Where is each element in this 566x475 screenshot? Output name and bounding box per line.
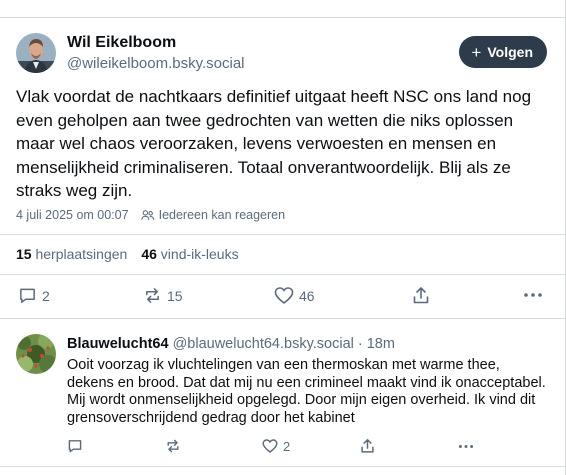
- speech-bubble-icon: [20, 288, 35, 303]
- repost-count: 15: [167, 287, 183, 304]
- follow-label: Volgen: [487, 44, 533, 60]
- reply-repost-action[interactable]: [165, 438, 181, 454]
- author-handle[interactable]: @wileikelboom.bsky.social: [67, 55, 245, 72]
- ellipsis-icon: [524, 293, 542, 297]
- share-icon: [413, 287, 429, 304]
- heart-icon: [274, 287, 294, 304]
- divider: [0, 274, 566, 275]
- reply-like-action[interactable]: 2: [262, 438, 290, 454]
- plus-icon: +: [471, 42, 482, 62]
- engagement-stats: 15 herplaatsingen 46 vind-ik-leuks: [16, 246, 239, 262]
- reply-count: 2: [42, 287, 50, 304]
- ellipsis-icon: [458, 445, 474, 448]
- like-action[interactable]: 46: [274, 286, 315, 305]
- likes-stat[interactable]: 46 vind-ik-leuks: [141, 246, 238, 262]
- reply-more-action[interactable]: [458, 444, 474, 449]
- share-icon: [361, 439, 374, 453]
- reply-action[interactable]: 2: [18, 286, 50, 305]
- divider: [0, 466, 566, 467]
- reply-age[interactable]: · 18m: [358, 336, 395, 352]
- speech-bubble-icon: [68, 440, 82, 453]
- heart-icon: [262, 439, 278, 453]
- reply-like-count: 2: [283, 438, 291, 454]
- repost-arrows-icon: [167, 439, 179, 453]
- reply-author-handle[interactable]: @blauwelucht64.bsky.social: [173, 336, 354, 352]
- reposts-stat[interactable]: 15 herplaatsingen: [16, 246, 127, 262]
- more-action[interactable]: [523, 292, 543, 298]
- previous-share-icon[interactable]: [414, 0, 428, 4]
- repost-action[interactable]: 15: [143, 286, 183, 305]
- reply-share-action[interactable]: [360, 438, 375, 454]
- share-action[interactable]: [412, 286, 430, 305]
- divider: [0, 318, 566, 319]
- reply-reply-action[interactable]: [67, 438, 83, 454]
- reply-header: Blauwelucht64 @blauwelucht64.bsky.social…: [67, 336, 395, 352]
- author-name[interactable]: Wil Eikelboom: [67, 34, 176, 52]
- follow-button[interactable]: + Volgen: [459, 36, 547, 68]
- post-thread-panel: Wil Eikelboom @wileikelboom.bsky.social …: [0, 0, 566, 475]
- repost-arrows-icon: [146, 288, 159, 303]
- post-author-row: Wil Eikelboom @wileikelboom.bsky.social …: [16, 33, 550, 75]
- divider: [0, 234, 566, 235]
- previous-more-icon[interactable]: [524, 0, 538, 4]
- reply-author-name[interactable]: Blauwelucht64: [67, 336, 169, 352]
- previous-post-strip: [0, 0, 566, 18]
- like-count: 46: [299, 287, 315, 304]
- author-avatar[interactable]: [16, 33, 56, 73]
- post-timestamp[interactable]: 4 juli 2025 om 00:07: [16, 208, 129, 222]
- people-icon: [140, 209, 154, 220]
- reply-author-avatar[interactable]: [16, 334, 56, 374]
- reply-permission[interactable]: Iedereen kan reageren: [159, 208, 285, 222]
- post-text: Vlak voordat de nachtkaars definitief ui…: [16, 87, 532, 200]
- post-meta: 4 juli 2025 om 00:07 Iedereen kan reager…: [16, 207, 285, 223]
- reply-text: Ooit voorzag ik vluchtelingen van een th…: [67, 357, 546, 426]
